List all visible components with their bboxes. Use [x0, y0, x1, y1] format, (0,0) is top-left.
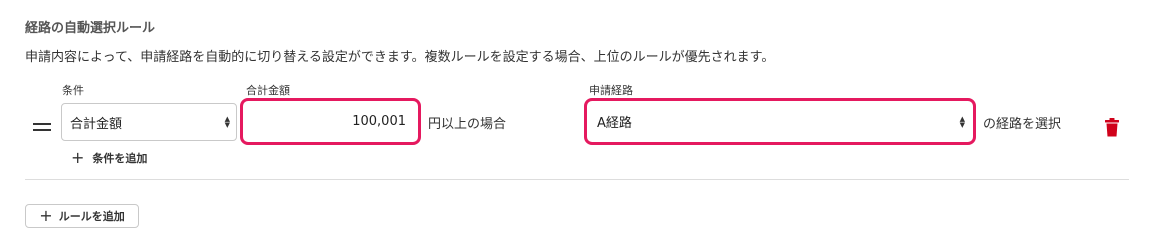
route-label: 申請経路: [589, 84, 633, 97]
add-rule-button[interactable]: + ルールを追加: [25, 204, 139, 228]
select-arrows-icon: ▲ ▼: [959, 114, 965, 129]
amount-suffix: 円以上の場合: [428, 117, 507, 132]
plus-icon: +: [71, 148, 85, 167]
add-rule-label: ルールを追加: [58, 210, 125, 223]
add-condition-label: 条件を追加: [92, 152, 148, 165]
amount-label: 合計金額: [246, 84, 290, 97]
drag-handle-icon[interactable]: [33, 123, 51, 133]
condition-select-value: 合計金額: [70, 116, 123, 132]
route-select-value: A経路: [597, 116, 632, 131]
condition-select[interactable]: 合計金額 ▲ ▼: [61, 103, 237, 141]
add-condition-button[interactable]: + 条件を追加: [71, 150, 147, 166]
route-suffix: の経路を選択: [983, 117, 1062, 132]
plus-icon: +: [39, 206, 53, 225]
select-arrows-icon: ▲ ▼: [224, 115, 230, 129]
section-title: 経路の自動選択ルール: [25, 21, 156, 36]
trash-icon[interactable]: [1104, 118, 1120, 137]
divider: [25, 179, 1129, 180]
amount-input[interactable]: 100,001: [245, 103, 416, 140]
route-select[interactable]: A経路 ▲ ▼: [589, 103, 971, 140]
section-description: 申請内容によって、申請経路を自動的に切り替える設定ができます。複数ルールを設定す…: [25, 50, 775, 65]
amount-input-value: 100,001: [352, 114, 406, 129]
condition-label: 条件: [62, 84, 84, 97]
